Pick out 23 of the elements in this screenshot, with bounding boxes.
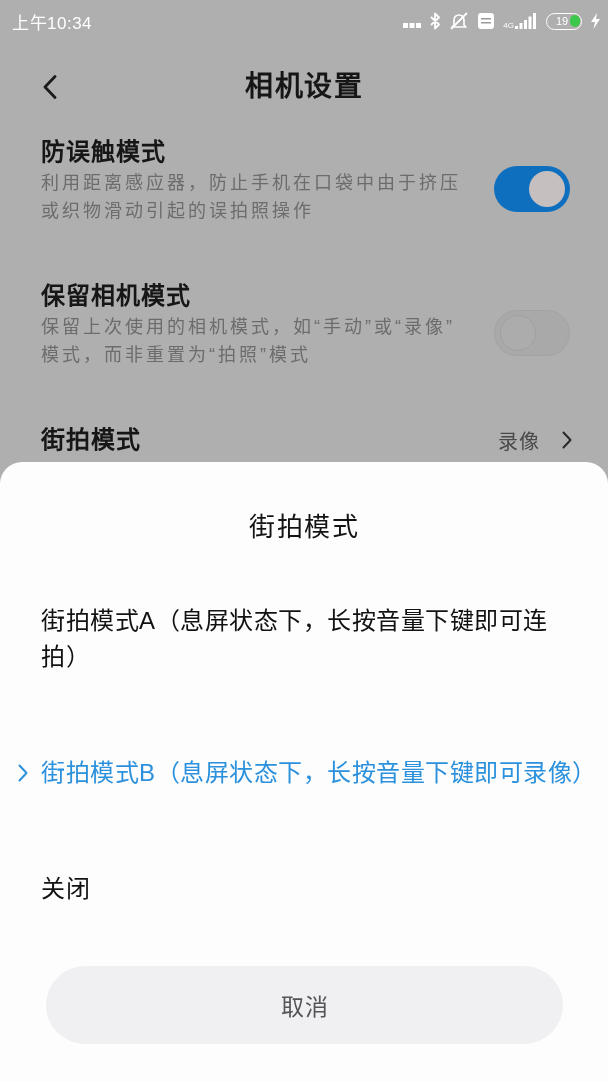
chevron-left-icon bbox=[43, 75, 57, 99]
setting-title: 防误触模式 bbox=[41, 137, 167, 167]
bell-slash-icon bbox=[449, 12, 470, 30]
tile-icon bbox=[478, 13, 495, 29]
option-item[interactable]: 街拍模式A（息屏状态下，长按音量下键即可连拍） bbox=[41, 603, 561, 675]
cancel-button[interactable]: 取消 bbox=[46, 966, 563, 1044]
chevron-right-icon bbox=[18, 764, 28, 782]
setting-description: 保留上次使用的相机模式，如“手动”或“录像”模式，而非重置为“拍照”模式 bbox=[41, 316, 456, 367]
setting-title: 保留相机模式 bbox=[41, 281, 192, 311]
toggle-switch[interactable] bbox=[494, 166, 570, 212]
chevron-right-icon bbox=[562, 431, 572, 449]
bolt-icon bbox=[591, 13, 600, 29]
setting-description: 利用距离感应器，防止手机在口袋中由于挤压或织物滑动引起的误拍照操作 bbox=[41, 172, 462, 223]
bluetooth-icon bbox=[430, 12, 441, 30]
setting-title: 街拍模式 bbox=[41, 425, 141, 455]
dots-icon bbox=[403, 22, 422, 28]
screen-title: 相机设置 bbox=[245, 70, 363, 104]
signal-icon bbox=[515, 13, 537, 29]
sheet-title: 街拍模式 bbox=[249, 511, 359, 544]
network-type: 4G bbox=[503, 21, 514, 30]
status-time: 上午10:34 bbox=[12, 12, 93, 34]
option-item[interactable]: 关闭 bbox=[41, 871, 90, 907]
setting-value: 录像 bbox=[498, 429, 540, 455]
